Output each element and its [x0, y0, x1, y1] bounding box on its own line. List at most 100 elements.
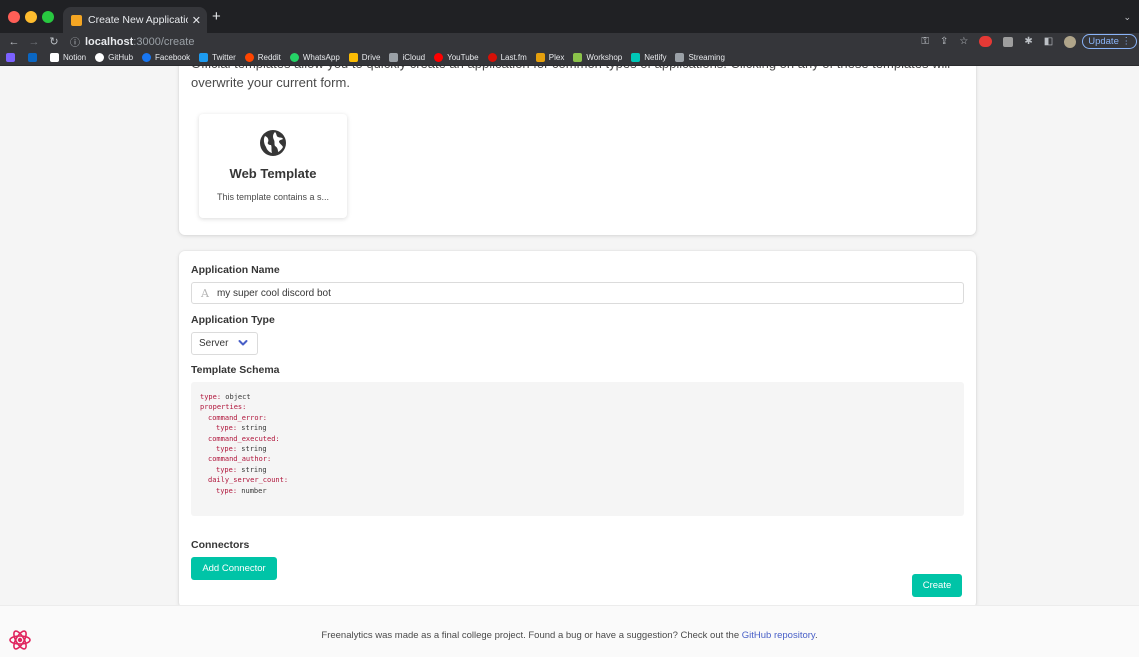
- footer-message: Freenalytics was made as a final college…: [321, 630, 742, 641]
- bookmark-label: Notion: [63, 53, 87, 62]
- address-bar[interactable]: ⓘ localhost:3000/create: [70, 34, 195, 50]
- bookmark-label: GitHub: [108, 53, 134, 62]
- schema-value: number: [237, 486, 267, 495]
- browser-tab-bar: Create New Application - Freenalytics ✕ …: [0, 0, 1139, 33]
- share-icon[interactable]: ⇪: [940, 33, 948, 50]
- bookmark-item[interactable]: Notion: [50, 53, 86, 62]
- web-template-card[interactable]: Web Template This template contains a s.…: [199, 114, 347, 218]
- schema-line: type: string: [200, 465, 955, 475]
- schema-key: type:: [216, 445, 238, 454]
- bookmark-star-icon[interactable]: ☆: [959, 33, 968, 50]
- bookmark-item[interactable]: GitHub: [95, 53, 133, 62]
- forward-arrow-icon[interactable]: →: [28, 36, 40, 48]
- url-path: :3000/create: [133, 35, 195, 48]
- facebook-icon: [142, 53, 152, 62]
- extensions-puzzle-icon[interactable]: ✱: [1024, 33, 1032, 50]
- application-name-value: my super cool discord bot: [216, 287, 331, 299]
- bookmark-item[interactable]: Plex: [535, 53, 564, 62]
- bookmark-item[interactable]: YouTube: [434, 53, 479, 62]
- footer-suffix: .: [814, 630, 818, 641]
- schema-value: string: [237, 445, 267, 454]
- tab-close-icon[interactable]: ✕: [192, 14, 201, 27]
- github-icon: [95, 53, 105, 62]
- bookmark-item[interactable]: Streaming: [675, 53, 725, 62]
- schema-value: string: [237, 465, 267, 474]
- application-form-card: Application Name A my super cool discord…: [179, 251, 976, 608]
- profile-avatar[interactable]: [1064, 35, 1077, 48]
- schema-key: properties:: [200, 403, 247, 412]
- bookmark-item[interactable]: Twitter: [199, 53, 236, 62]
- schema-value: string: [237, 424, 267, 433]
- bookmark-label: WhatsApp: [302, 53, 340, 62]
- browser-tab[interactable]: Create New Application - Freenalytics ✕: [63, 7, 207, 33]
- tab-search-chevron-icon[interactable]: ⌄: [1123, 12, 1131, 23]
- bookmark-item[interactable]: WhatsApp: [289, 53, 340, 62]
- application-type-label: Application Type: [191, 314, 275, 326]
- linkedin-icon: [28, 53, 37, 62]
- template-schema-label: Template Schema: [191, 364, 280, 376]
- template-description: This template contains a s...: [216, 192, 330, 202]
- schema-line: type: number: [200, 486, 955, 496]
- window-minimize-button[interactable]: [25, 11, 37, 23]
- whatsapp-icon: [289, 53, 299, 62]
- bookmark-item[interactable]: iCloud: [389, 53, 425, 62]
- bookmark-item[interactable]: Reddit: [244, 53, 281, 62]
- bookmark-label: Workshop: [586, 53, 623, 62]
- bookmark-label: Facebook: [155, 53, 191, 62]
- workshop-icon: [573, 53, 583, 62]
- reddit-icon: [244, 53, 254, 62]
- schema-key: command_author:: [208, 455, 272, 464]
- template-schema-editor[interactable]: type: object properties: command_error:typ…: [191, 382, 964, 516]
- page-content: Official templates allow you to quickly …: [0, 66, 1139, 657]
- window-close-button[interactable]: [8, 11, 20, 23]
- bookmark-item[interactable]: Last.fm: [487, 53, 527, 62]
- connectors-label: Connectors: [191, 539, 250, 551]
- window-maximize-button[interactable]: [42, 11, 54, 23]
- plex-icon: [535, 53, 545, 62]
- new-tab-icon[interactable]: +: [212, 9, 221, 24]
- bookmark-item[interactable]: Drive: [348, 53, 381, 62]
- back-arrow-icon[interactable]: ←: [8, 36, 20, 48]
- schema-key: type:: [216, 424, 238, 433]
- reload-icon[interactable]: ↻: [48, 35, 60, 48]
- footer-text: Freenalytics was made as a final college…: [0, 630, 1139, 641]
- tab-favicon-icon: [71, 14, 82, 26]
- key-icon[interactable]: ⚿: [921, 33, 929, 50]
- schema-key: command_error:: [208, 413, 268, 422]
- bookmark-item[interactable]: Facebook: [142, 53, 190, 62]
- schema-key: type:: [216, 465, 238, 474]
- bookmark-label: Last.fm: [500, 53, 527, 62]
- github-repository-link[interactable]: GitHub repository: [742, 630, 815, 641]
- notion-icon: [50, 53, 59, 62]
- bookmark-item[interactable]: Netlify: [631, 53, 666, 62]
- app-icon: [6, 53, 15, 62]
- create-button[interactable]: Create: [912, 574, 962, 597]
- extension-icon[interactable]: [1003, 36, 1014, 47]
- bookmark-item[interactable]: Workshop: [573, 53, 622, 62]
- drive-icon: [348, 53, 358, 62]
- browser-toolbar: ← → ↻ ⓘ localhost:3000/create ⚿ ⇪ ☆ ✱ ◧ …: [0, 33, 1139, 50]
- schema-key: command_executed:: [208, 434, 280, 443]
- update-button[interactable]: Update ⋮: [1082, 34, 1137, 49]
- chevron-down-icon: [238, 340, 248, 346]
- site-info-icon[interactable]: ⓘ: [70, 34, 80, 49]
- schema-line: command_executed:: [200, 434, 955, 444]
- application-type-select[interactable]: Server: [191, 332, 258, 355]
- bookmark-label: YouTube: [447, 53, 479, 62]
- schema-line: command_error:: [200, 413, 955, 423]
- side-panel-icon[interactable]: ◧: [1044, 33, 1053, 50]
- page-footer: Freenalytics was made as a final college…: [0, 605, 1139, 657]
- bookmark-item[interactable]: [28, 53, 41, 62]
- bookmark-label: Streaming: [688, 53, 725, 62]
- application-name-input[interactable]: A my super cool discord bot: [191, 282, 964, 304]
- netlify-icon: [631, 53, 641, 62]
- add-connector-button[interactable]: Add Connector: [191, 557, 277, 580]
- schema-key: daily_server_count:: [208, 476, 289, 485]
- schema-line: type: object: [200, 392, 955, 402]
- bookmark-item[interactable]: [6, 53, 19, 62]
- bookmark-label: Reddit: [257, 53, 281, 62]
- bookmarks-bar: Notion GitHub Facebook Twitter Reddit WhatsAp…: [0, 50, 1139, 66]
- bookmark-label: Drive: [361, 53, 381, 62]
- url-host: localhost: [85, 35, 134, 48]
- adblock-extension-icon[interactable]: [979, 36, 993, 47]
